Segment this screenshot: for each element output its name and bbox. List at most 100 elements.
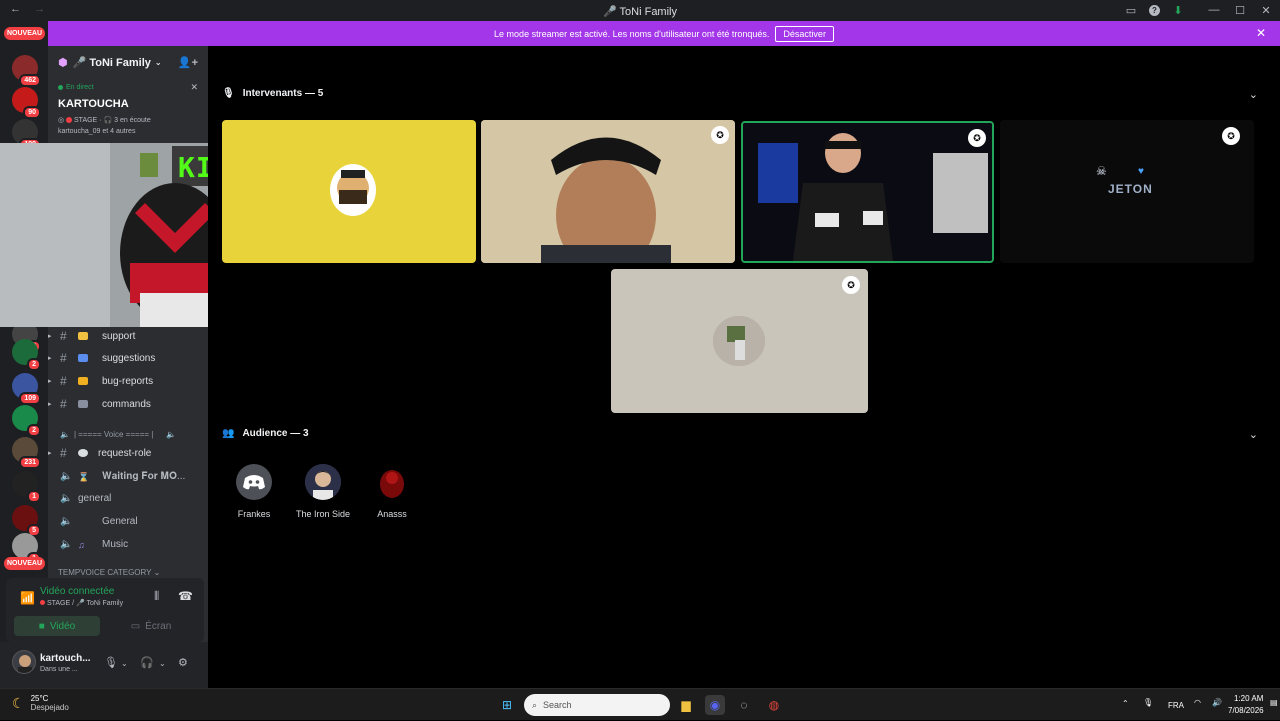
channel-label: support [102, 330, 136, 342]
screen-share-button[interactable]: ▭ Écran [108, 616, 194, 636]
audience-name: Frankes [237, 509, 271, 519]
language-indicator[interactable]: FRA [1168, 701, 1184, 710]
server-icon[interactable]: 2 [12, 339, 41, 371]
server-icon[interactable]: 199 [12, 119, 41, 151]
moderator-icon: ✪ [842, 276, 860, 294]
add-member-icon[interactable]: 👤+ [178, 56, 198, 69]
channel-general-voice[interactable]: 🔈 general [48, 488, 208, 508]
close-window-icon[interactable]: ✕ [1258, 2, 1274, 18]
speaker-icon: 🔈 [60, 538, 73, 550]
clock-time[interactable]: 1:20 AM [1234, 694, 1263, 703]
mic-icon: 🎙 [222, 88, 235, 99]
username: kartouch... [40, 653, 91, 664]
user-status: Dans une ... [40, 666, 78, 673]
download-icon[interactable]: ⬇ [1170, 2, 1186, 18]
folder-icon [78, 377, 88, 385]
channel-commands[interactable]: ▸ # commands [48, 394, 208, 414]
chevron-down-icon[interactable]: ⌄ [1249, 428, 1258, 441]
app-icon[interactable]: ◌ [734, 695, 754, 715]
weather-widget[interactable]: ☾ 25°C Despejado [12, 694, 69, 712]
music-icon: ♫ [78, 540, 85, 550]
audience-member[interactable]: The Iron Side [288, 464, 358, 519]
window-title: 🎤 ToNi Family [602, 6, 677, 18]
search-placeholder: Search [543, 700, 572, 710]
channel-label: 𝐖𝐚𝐢𝐭𝐢𝐧𝐠 𝐅𝐨𝐫 𝐌𝐎... [102, 470, 186, 482]
maximize-icon[interactable]: ☐ [1232, 2, 1248, 18]
settings-gear-icon[interactable]: ⚙ [178, 656, 188, 669]
disable-streamer-button[interactable]: Désactiver [775, 25, 834, 42]
noise-suppression-icon[interactable]: ⦀ [154, 589, 159, 604]
stage-icon: ◎ [58, 117, 65, 124]
server-icon[interactable]: 462 [12, 55, 41, 87]
minimize-icon[interactable]: — [1206, 2, 1222, 18]
audience-member[interactable]: Frankes [219, 464, 289, 519]
live-event-card[interactable]: En direct ✕ KARTOUCHA ◎ STAGE · 🎧 3 en é… [48, 78, 208, 135]
taskbar-search[interactable]: ⌕ Search [524, 694, 670, 716]
channel-label: request-role [98, 447, 152, 459]
skull-icon: ☠ [1096, 164, 1107, 178]
mic-icon[interactable]: 🎙 [104, 656, 118, 669]
server-icon[interactable]: 109 [12, 373, 41, 405]
event-stage: STAGE [74, 117, 98, 124]
windows-start-icon[interactable]: ⊞ [497, 695, 517, 715]
weather-desc: Despejado [30, 703, 69, 712]
speakers-title: Intervenants — 5 [242, 88, 324, 99]
channel-emoji-icon [78, 332, 88, 340]
channel-arrow: ▸ [48, 378, 52, 385]
headphones-icon: 🎧 [103, 117, 113, 124]
channel-voice-divider[interactable]: 🔈 | ===== Voice ===== | 🔈 [48, 424, 208, 444]
close-banner-icon[interactable]: ✕ [1256, 26, 1266, 40]
channel-music[interactable]: 🔈 ♫ Music [48, 534, 208, 554]
avatar[interactable] [12, 650, 36, 674]
speaker-icon: 🔈 [60, 515, 73, 527]
speaker-tile-speaking[interactable]: ✪ [741, 121, 994, 263]
channel-request-role[interactable]: ▸ # request-role [48, 443, 208, 463]
notification-icon[interactable]: ▤ [1270, 698, 1278, 707]
channel-support[interactable]: ▸ # support [48, 326, 208, 346]
speaker-icon: 🔈 [60, 470, 73, 482]
signal-icon[interactable]: 📶 [20, 591, 35, 605]
chevron-down-icon[interactable]: ⌄ [121, 659, 128, 668]
server-icon[interactable]: 2 [12, 405, 41, 437]
headphones-icon[interactable]: 🎧 [140, 656, 154, 669]
volume-icon[interactable]: 🔊 [1212, 698, 1222, 707]
close-icon[interactable]: ✕ [190, 82, 198, 93]
disconnect-icon[interactable]: ☎ [178, 589, 193, 603]
channel-general[interactable]: 🔈 General [48, 511, 208, 531]
server-header[interactable]: ⬢ 🎤 ToNi Family ⌄ 👤+ [48, 46, 208, 78]
hash-icon: # [60, 446, 67, 460]
server-icon[interactable]: 231 [12, 437, 41, 469]
wifi-icon[interactable]: ◠ [1194, 698, 1201, 707]
audience-member[interactable]: Anasss [357, 464, 427, 519]
channel-waiting[interactable]: 🔈 ⌛ 𝐖𝐚𝐢𝐭𝐢𝐧𝐠 𝐅𝐨𝐫 𝐌𝐎... [48, 466, 208, 486]
channel-emoji-icon [78, 449, 88, 457]
stage-dot [40, 600, 45, 605]
inbox-icon[interactable]: ▭ [1123, 2, 1139, 18]
channel-bug-reports[interactable]: ▸ # bug-reports [48, 371, 208, 391]
file-explorer-icon[interactable]: ▆ [676, 695, 696, 715]
discord-app-icon[interactable]: ◉ [705, 695, 725, 715]
chrome-icon[interactable]: ◍ [764, 695, 784, 715]
new-badge: NOUVEAU [4, 557, 46, 570]
mic-tray-icon[interactable]: 🎙 [1143, 698, 1153, 707]
chevron-up-icon[interactable]: ⌃ [1122, 699, 1129, 708]
voice-connection-panel: 📶 Vidéo connectée STAGE / 🎤 ToNi Family … [6, 578, 204, 642]
server-icon[interactable]: 1 [12, 533, 41, 565]
speaker-tile[interactable]: ✪ [481, 120, 735, 263]
category-tempvoice[interactable]: TEMPVOICE CATEGORY ⌄ [58, 568, 160, 577]
help-icon[interactable]: ? [1149, 4, 1160, 16]
voice-location-text: STAGE / 🎤 ToNi Family [46, 600, 124, 607]
server-icon[interactable]: 90 [12, 87, 41, 119]
clock-date[interactable]: 7/08/2026 [1228, 706, 1264, 715]
speaker-tile[interactable]: JETON ♥ ☠ ✪ [1000, 120, 1254, 263]
speaker-tile[interactable]: ✪ [611, 269, 868, 413]
channel-suggestions[interactable]: ▸ # suggestions [48, 348, 208, 368]
server-icon[interactable]: 1 [12, 471, 41, 503]
chevron-down-icon[interactable]: ⌄ [1249, 88, 1258, 101]
server-icon[interactable]: 5 [12, 505, 41, 537]
chevron-down-icon[interactable]: ⌄ [159, 659, 166, 668]
video-button[interactable]: ■ Vidéo [14, 616, 100, 636]
moderator-icon: ✪ [968, 129, 986, 147]
speaker-tile[interactable] [222, 120, 476, 263]
streamer-mode-banner: Le mode streamer est activé. Les noms d'… [48, 21, 1280, 46]
